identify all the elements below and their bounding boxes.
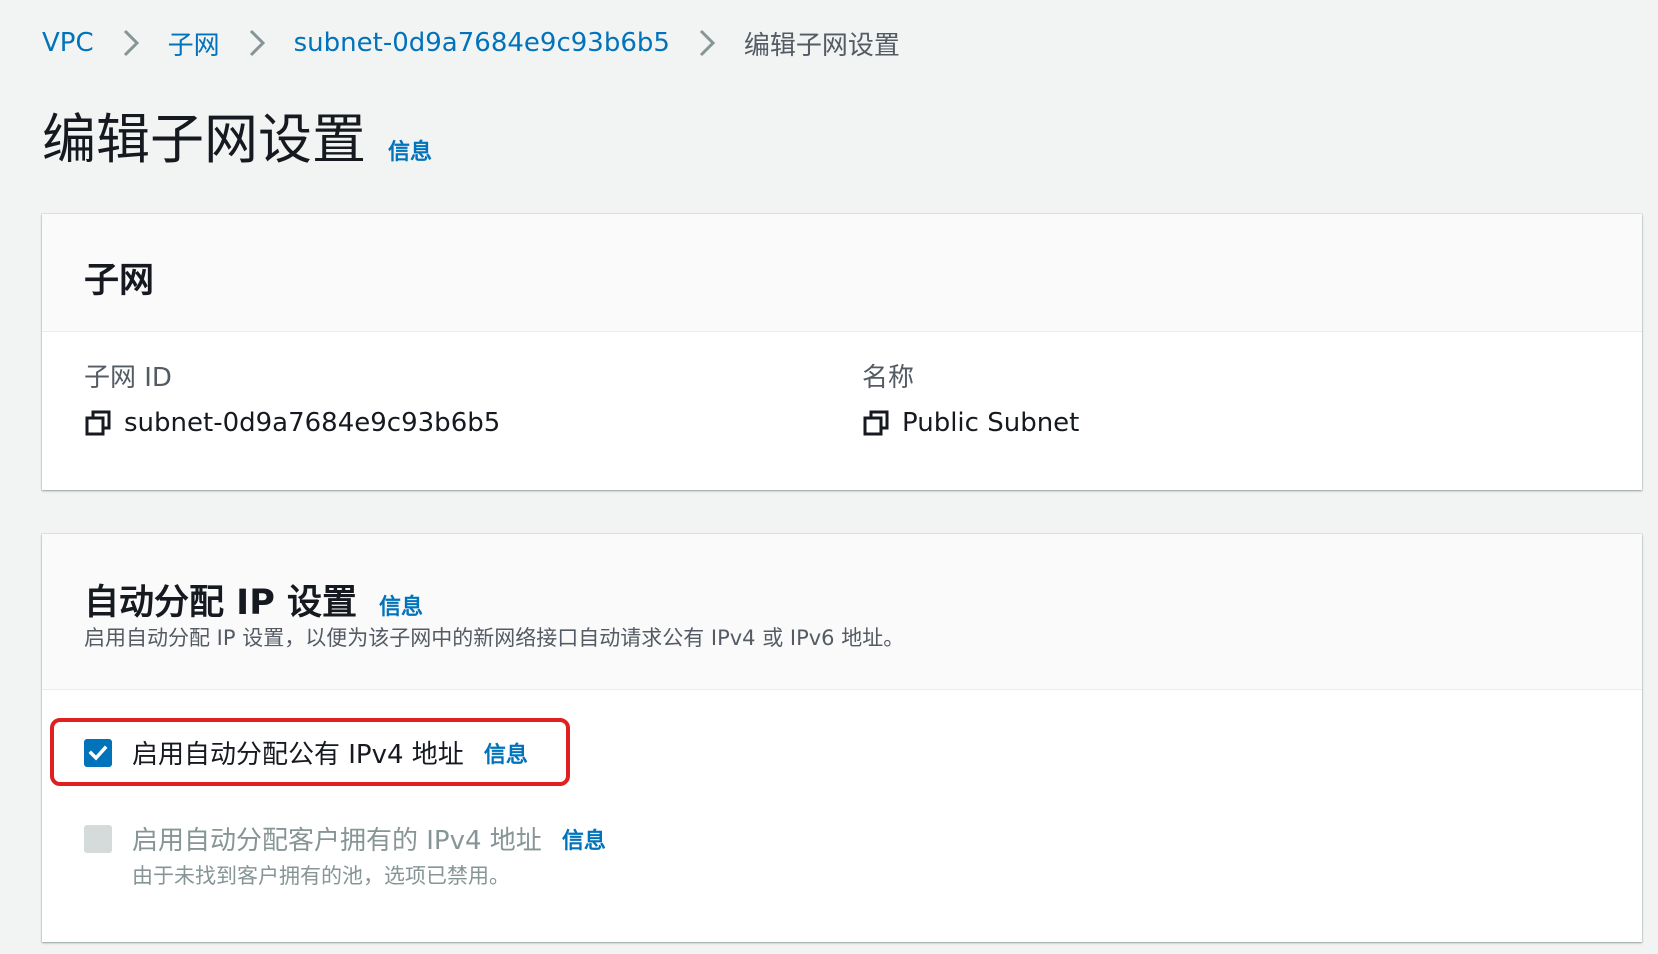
auto-assign-customer-owned-ipv4-hint: 由于未找到客户拥有的池，选项已禁用。 [132,864,510,888]
auto-assign-public-ipv4-info-link[interactable]: 信息 [484,737,528,769]
subnet-panel: 子网 子网 ID subnet-0d9a7684e9c93b6b5 名称 Pub… [42,214,1642,490]
auto-assign-public-ipv4-label[interactable]: 启用自动分配公有 IPv4 地址 [132,734,464,771]
copy-icon[interactable] [862,409,890,437]
chevron-right-icon [94,22,168,64]
chevron-right-icon [220,22,294,64]
auto-assign-ip-description: 启用自动分配 IP 设置，以便为该子网中的新网络接口自动请求公有 IPv4 或 … [84,626,905,650]
breadcrumb-subnet-id[interactable]: subnet-0d9a7684e9c93b6b5 [294,28,670,58]
checkmark-icon [88,745,108,761]
auto-assign-public-ipv4-checkbox[interactable] [84,738,112,767]
auto-assign-customer-owned-ipv4-checkbox [84,824,112,853]
subnet-id-value: subnet-0d9a7684e9c93b6b5 [124,408,501,438]
copy-icon[interactable] [84,409,112,437]
auto-assign-ip-panel-header: 自动分配 IP 设置 信息 启用自动分配 IP 设置，以便为该子网中的新网络接口… [42,534,1642,690]
page-info-link[interactable]: 信息 [388,134,432,166]
subnet-id-field: 子网 ID subnet-0d9a7684e9c93b6b5 [84,360,500,438]
subnet-panel-title: 子网 [84,261,155,301]
auto-assign-ip-title-text: 自动分配 IP 设置 [84,583,358,623]
page-title: 编辑子网设置 [42,108,366,171]
subnet-id-value-row: subnet-0d9a7684e9c93b6b5 [84,408,500,438]
subnet-id-label: 子网 ID [84,363,172,393]
chevron-right-icon [670,22,744,64]
auto-assign-ip-panel-title: 自动分配 IP 设置 信息 [84,574,423,625]
subnet-name-field: 名称 Public Subnet [862,360,1079,438]
auto-assign-ip-info-link[interactable]: 信息 [379,589,423,621]
auto-assign-customer-owned-ipv4-label: 启用自动分配客户拥有的 IPv4 地址 [132,826,542,856]
breadcrumb-vpc[interactable]: VPC [42,28,94,58]
auto-assign-customer-owned-ipv4-info-link[interactable]: 信息 [562,823,606,855]
subnet-panel-header: 子网 [42,214,1642,332]
auto-assign-public-ipv4-option: 启用自动分配公有 IPv4 地址 信息 [84,734,528,771]
auto-assign-customer-owned-ipv4-option: 启用自动分配客户拥有的 IPv4 地址 信息 [84,820,606,857]
subnet-name-value: Public Subnet [902,408,1080,438]
page-header: 编辑子网设置 信息 [42,108,432,172]
subnet-name-value-row: Public Subnet [862,408,1079,438]
breadcrumb: VPC 子网 subnet-0d9a7684e9c93b6b5 编辑子网设置 [42,22,900,64]
breadcrumb-current: 编辑子网设置 [743,30,900,61]
auto-assign-ip-panel: 自动分配 IP 设置 信息 启用自动分配 IP 设置，以便为该子网中的新网络接口… [42,534,1642,942]
breadcrumb-subnets[interactable]: 子网 [168,25,220,62]
subnet-name-label: 名称 [862,363,915,393]
